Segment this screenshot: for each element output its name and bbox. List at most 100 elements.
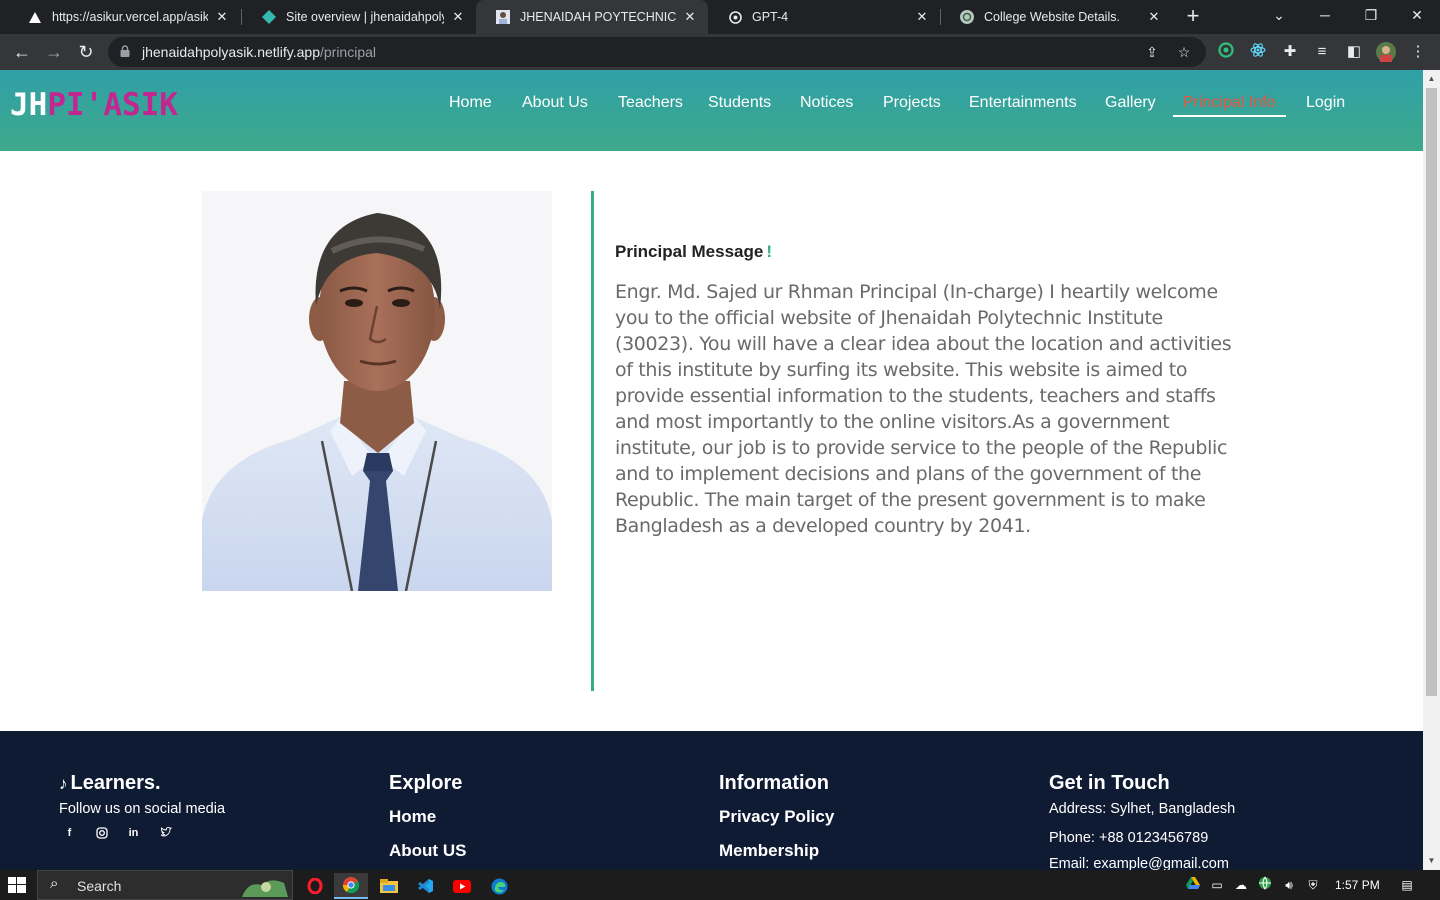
browser-tab-4[interactable]: GPT-4 ✕ xyxy=(708,0,940,34)
linkedin-icon[interactable]: in xyxy=(127,827,140,840)
close-tab-icon[interactable]: ✕ xyxy=(914,9,930,25)
browser-tab-3-active[interactable]: JHENAIDAH POYTECHNIC INSTITUTE ✕ xyxy=(476,0,708,34)
url-host: jhenaidahpolyasik.netlify.app xyxy=(142,44,320,60)
volume-icon[interactable]: 🔊︎ xyxy=(1280,876,1298,894)
brand-bell-icon: ♪ xyxy=(59,774,68,793)
search-placeholder: Search xyxy=(77,878,122,894)
chrome-icon[interactable] xyxy=(334,873,368,899)
nav-principal-info[interactable]: Principal Info xyxy=(1173,93,1286,117)
nav-notices[interactable]: Notices xyxy=(800,93,853,117)
site-header: JHPI'ASIK Home About Us Teachers Student… xyxy=(0,70,1423,151)
footer-brand-column: ♪ Learners. Follow us on social media f i… xyxy=(59,772,225,840)
tab-title: GPT-4 xyxy=(752,10,789,24)
lock-icon xyxy=(120,45,130,57)
browser-tab-5[interactable]: College Website Details. ✕ xyxy=(940,0,1172,34)
more-menu-icon[interactable]: ⋮ xyxy=(1408,42,1428,62)
scrollbar-thumb[interactable] xyxy=(1426,88,1437,696)
close-tab-icon[interactable]: ✕ xyxy=(214,9,230,25)
close-tab-icon[interactable]: ✕ xyxy=(1146,9,1162,25)
media-playlist-icon[interactable]: ≡ xyxy=(1312,42,1332,62)
information-heading: Information xyxy=(719,772,829,794)
accent-divider xyxy=(591,191,594,691)
close-tab-icon[interactable]: ✕ xyxy=(450,9,466,25)
site-footer: ♪ Learners. Follow us on social media f i… xyxy=(0,731,1423,870)
forward-arrow-icon[interactable]: → xyxy=(42,40,66,64)
footer-brand: ♪ Learners. xyxy=(59,772,225,795)
tab-search-chevron-icon[interactable]: ⌄ xyxy=(1256,0,1302,30)
search-highlight-icon xyxy=(242,880,288,897)
logo-part-1: JH xyxy=(10,87,48,123)
youtube-icon[interactable] xyxy=(445,873,479,899)
google-drive-tray-icon[interactable] xyxy=(1184,876,1202,894)
share-icon[interactable]: ⇪ xyxy=(1142,42,1162,62)
nav-entertainments[interactable]: Entertainments xyxy=(969,93,1077,117)
windows-start-icon[interactable] xyxy=(8,877,26,893)
scroll-down-arrow-icon[interactable]: ▼ xyxy=(1427,856,1436,865)
new-tab-plus-icon[interactable]: + xyxy=(1180,4,1206,30)
tab-title: https://asikur.vercel.app/asikur/ xyxy=(52,10,208,24)
minimize-icon[interactable]: ─ xyxy=(1302,0,1348,30)
scroll-up-arrow-icon[interactable]: ▲ xyxy=(1427,74,1436,83)
nav-home[interactable]: Home xyxy=(449,93,492,117)
follow-text: Follow us on social media xyxy=(59,801,226,817)
taskview-tray-icon[interactable]: ▭ xyxy=(1208,876,1226,894)
nav-about-us[interactable]: About Us xyxy=(522,93,588,117)
notifications-icon[interactable]: ▤ xyxy=(1398,876,1416,894)
browser-toolbar: ← → ↻ jhenaidahpolyasik.netlify.app/prin… xyxy=(0,34,1440,70)
footer-link-privacy-policy[interactable]: Privacy Policy xyxy=(719,807,834,827)
file-explorer-icon[interactable] xyxy=(372,873,406,899)
contact-phone: Phone: +88 0123456789 xyxy=(1049,830,1209,846)
footer-link-membership[interactable]: Membership xyxy=(719,841,834,861)
site-logo[interactable]: JHPI'ASIK xyxy=(10,87,178,123)
reload-icon[interactable]: ↻ xyxy=(74,40,98,64)
contact-email: Email: example@gmail.com xyxy=(1049,856,1229,870)
taskbar-clock[interactable]: 1:57 PM xyxy=(1335,878,1380,892)
opera-icon[interactable] xyxy=(298,873,332,899)
onedrive-cloud-icon[interactable]: ☁ xyxy=(1232,876,1250,894)
taskbar-search-box[interactable]: ⌕ Search xyxy=(37,870,293,900)
side-panel-icon[interactable]: ◧ xyxy=(1344,42,1364,62)
nav-gallery[interactable]: Gallery xyxy=(1105,93,1156,117)
bookmark-star-icon[interactable]: ☆ xyxy=(1174,42,1194,62)
instagram-icon[interactable] xyxy=(95,827,108,840)
extensions-puzzle-icon[interactable]: ✚ xyxy=(1280,42,1300,62)
search-icon: ⌕ xyxy=(50,875,59,892)
heading-mark: ! xyxy=(766,242,773,261)
react-devtools-icon[interactable] xyxy=(1248,42,1268,62)
extension-circle-icon[interactable] xyxy=(1216,42,1236,62)
page-scrollbar[interactable]: ▲ ▼ xyxy=(1423,70,1440,870)
address-bar[interactable]: jhenaidahpolyasik.netlify.app/principal … xyxy=(108,37,1206,67)
portrait-favicon xyxy=(496,10,510,24)
security-shield-icon[interactable]: ⛨ xyxy=(1304,876,1322,894)
url-path: /principal xyxy=(319,44,377,60)
nav-login[interactable]: Login xyxy=(1306,93,1345,117)
footer-link-home[interactable]: Home xyxy=(389,807,466,827)
facebook-icon[interactable]: f xyxy=(63,827,76,840)
principal-message-text: Engr. Md. Sajed ur Rhman Principal (In-c… xyxy=(615,281,1232,537)
edge-icon[interactable] xyxy=(482,873,516,899)
explore-heading: Explore xyxy=(389,772,463,794)
social-links: f in xyxy=(63,826,225,840)
nav-projects[interactable]: Projects xyxy=(883,93,941,117)
browser-tab-2[interactable]: Site overview | jhenaidahpolyasik ✕ xyxy=(242,0,476,34)
tab-title: College Website Details. xyxy=(984,10,1120,24)
twitter-icon[interactable] xyxy=(159,826,172,840)
browser-tab-1[interactable]: https://asikur.vercel.app/asikur/ ✕ xyxy=(8,0,240,34)
footer-link-about-us[interactable]: About US xyxy=(389,841,466,861)
footer-explore-column: Explore Home About US xyxy=(389,772,466,861)
browser-tab-bar: https://asikur.vercel.app/asikur/ ✕ Site… xyxy=(0,0,1440,34)
restore-icon[interactable]: ❐ xyxy=(1348,0,1394,30)
nav-students[interactable]: Students xyxy=(708,93,771,117)
vercel-icon xyxy=(28,10,42,24)
vscode-icon[interactable] xyxy=(408,873,442,899)
tab-title: Site overview | jhenaidahpolyasik xyxy=(286,10,444,24)
back-arrow-icon[interactable]: ← xyxy=(10,40,34,64)
footer-information-column: Information Privacy Policy Membership xyxy=(719,772,834,861)
close-window-icon[interactable]: ✕ xyxy=(1394,0,1440,30)
profile-avatar[interactable] xyxy=(1376,42,1396,62)
close-tab-icon[interactable]: ✕ xyxy=(682,9,698,25)
principal-photo xyxy=(202,191,552,591)
network-globe-icon[interactable] xyxy=(1256,876,1274,894)
brand-text: Learners. xyxy=(70,772,161,794)
nav-teachers[interactable]: Teachers xyxy=(618,93,683,117)
